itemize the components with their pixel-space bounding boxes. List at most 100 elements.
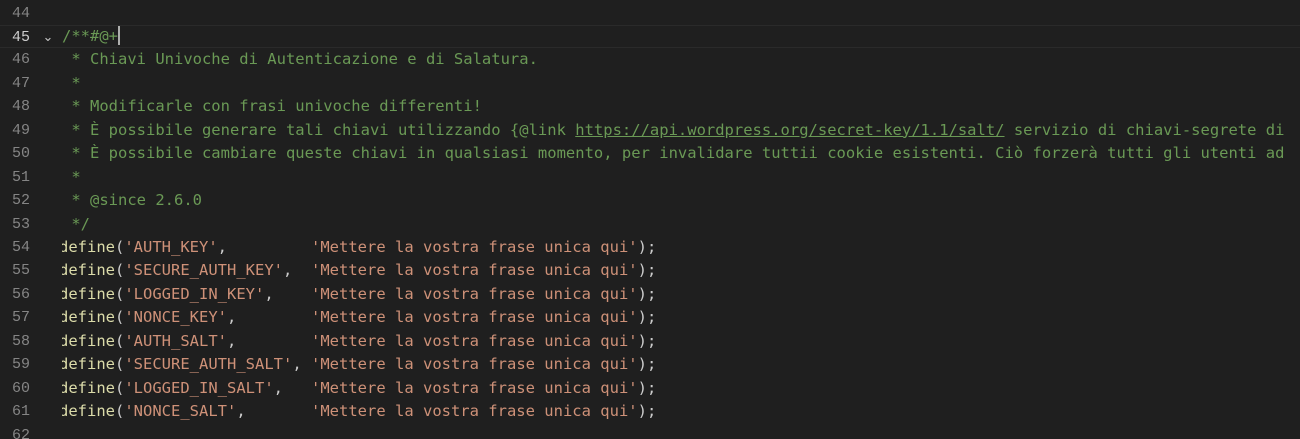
code-text: define('NONCE_KEY', 'Mettere la vostra f… <box>62 306 656 329</box>
open-paren: ( <box>115 261 125 280</box>
define-function: define <box>62 402 115 421</box>
doc-comment-open: /**#@+ <box>62 26 118 45</box>
comma: , <box>227 331 237 350</box>
open-paren: ( <box>115 308 125 327</box>
open-paren: ( <box>115 284 125 303</box>
line-number: 49 <box>11 121 30 139</box>
comment-text: * Chiavi Univoche di Autenticazione e di… <box>62 50 538 69</box>
define-key-string: 'NONCE_SALT' <box>124 402 237 421</box>
line-number: 62 <box>11 426 30 439</box>
open-paren: ( <box>115 331 125 350</box>
close-paren-semicolon: ); <box>637 378 657 397</box>
comment-link[interactable]: https://api.wordpress.org/secret-key/1.1… <box>575 121 1004 139</box>
define-key-string: 'NONCE_KEY' <box>124 308 227 327</box>
code-text: * È possibile generare tali chiavi utili… <box>62 119 1284 142</box>
line-number: 52 <box>11 192 30 210</box>
comma: , <box>264 284 274 303</box>
chevron-down-icon[interactable]: ⌄ <box>40 26 56 49</box>
comment-text: * Modificarle con frasi univoche differe… <box>62 97 482 116</box>
comma: , <box>227 308 237 327</box>
code-text: define('SECURE_AUTH_KEY', 'Mettere la vo… <box>62 259 656 282</box>
comment-text: * @since 2.6.0 <box>62 191 202 210</box>
define-value-string: 'Mettere la vostra frase unica qui' <box>311 378 638 397</box>
line-number: 59 <box>11 356 30 374</box>
close-paren-semicolon: ); <box>637 308 657 327</box>
define-function: define <box>62 331 115 350</box>
line-number: 57 <box>11 309 30 327</box>
line-number: 60 <box>11 379 30 397</box>
define-function: define <box>62 355 115 374</box>
define-key-string: 'LOGGED_IN_KEY' <box>124 284 265 303</box>
define-value-string: 'Mettere la vostra frase unica qui' <box>311 284 638 303</box>
line-number: 55 <box>11 262 30 280</box>
code-text: * È possibile cambiare queste chiavi in … <box>62 142 1284 165</box>
comma: , <box>292 355 302 374</box>
code-text: * <box>62 166 81 189</box>
code-text: define('LOGGED_IN_SALT', 'Mettere la vos… <box>62 377 656 400</box>
comment-text: * <box>62 167 81 186</box>
code-text: * <box>62 72 81 95</box>
open-paren: ( <box>115 355 125 374</box>
comment-text: * È possibile cambiare queste chiavi in … <box>62 144 1285 163</box>
define-value-string: 'Mettere la vostra frase unica qui' <box>311 261 638 280</box>
line-number: 61 <box>11 403 30 421</box>
alignment-space <box>236 308 311 326</box>
close-paren-semicolon: ); <box>637 331 657 350</box>
line-number: 53 <box>11 215 30 233</box>
line-number: 50 <box>11 145 30 163</box>
code-text: */ <box>62 213 90 236</box>
alignment-space <box>302 355 311 373</box>
line-number: 45 <box>11 28 30 46</box>
code-editor[interactable]: 44 45 ⌄ 46 47 48 49 50 51 52 53 54 55 56 57 58 59 60 61 62 /… <box>0 0 1300 439</box>
close-paren-semicolon: ); <box>637 261 657 280</box>
define-key-string: 'LOGGED_IN_SALT' <box>124 378 274 397</box>
alignment-space <box>292 261 311 279</box>
comma: , <box>217 238 228 256</box>
line-number: 51 <box>11 168 30 186</box>
define-function: define <box>62 238 115 256</box>
code-text: define('AUTH_KEY', 'Mettere la vostra fr… <box>62 236 656 259</box>
code-text: define('NONCE_SALT', 'Mettere la vostra … <box>62 400 656 423</box>
line-number: 58 <box>11 332 30 350</box>
code-text: define('AUTH_SALT', 'Mettere la vostra f… <box>62 330 656 353</box>
define-value-string: 'Mettere la vostra frase unica qui' <box>311 238 638 256</box>
comment-text: */ <box>62 214 90 233</box>
define-value-string: 'Mettere la vostra frase unica qui' <box>311 331 638 350</box>
code-text: * Chiavi Univoche di Autenticazione e di… <box>62 48 538 71</box>
open-paren: ( <box>115 378 125 397</box>
code-text: * @since 2.6.0 <box>62 189 202 212</box>
define-value-string: 'Mettere la vostra frase unica qui' <box>311 308 638 327</box>
alignment-space <box>283 379 311 397</box>
text-cursor <box>118 25 120 45</box>
define-key-string: 'AUTH_KEY' <box>124 238 218 256</box>
close-paren-semicolon: ); <box>637 402 657 421</box>
code-area[interactable]: /**#@+ * Chiavi Univoche di Autenticazio… <box>62 0 1300 439</box>
define-function: define <box>62 261 115 280</box>
line-number: 46 <box>11 51 30 69</box>
define-function: define <box>62 378 115 397</box>
comma: , <box>273 378 283 397</box>
open-paren: ( <box>115 238 125 256</box>
open-paren: ( <box>115 402 125 421</box>
line-number: 54 <box>11 239 30 256</box>
line-number: 48 <box>11 98 30 116</box>
comma: , <box>282 261 293 280</box>
comment-text: * <box>62 73 81 92</box>
define-key-string: 'SECURE_AUTH_SALT' <box>124 355 293 374</box>
define-function: define <box>62 308 115 327</box>
close-paren-semicolon: ); <box>637 238 657 256</box>
code-text: define('SECURE_AUTH_SALT', 'Mettere la v… <box>62 353 656 376</box>
code-text: define('LOGGED_IN_KEY', 'Mettere la vost… <box>62 283 656 306</box>
code-text: * Modificarle con frasi univoche differe… <box>62 95 482 118</box>
alignment-space <box>246 402 311 420</box>
define-value-string: 'Mettere la vostra frase unica qui' <box>311 355 638 374</box>
comment-text: * È possibile generare tali chiavi utili… <box>62 120 576 139</box>
define-key-string: 'SECURE_AUTH_KEY' <box>124 261 283 280</box>
alignment-space <box>236 332 311 350</box>
define-key-string: 'AUTH_SALT' <box>124 331 227 350</box>
alignment-space <box>227 238 311 256</box>
define-value-string: 'Mettere la vostra frase unica qui' <box>311 402 638 421</box>
line-number: 47 <box>11 74 30 92</box>
close-paren-semicolon: ); <box>637 284 657 303</box>
line-number: 56 <box>11 285 30 303</box>
